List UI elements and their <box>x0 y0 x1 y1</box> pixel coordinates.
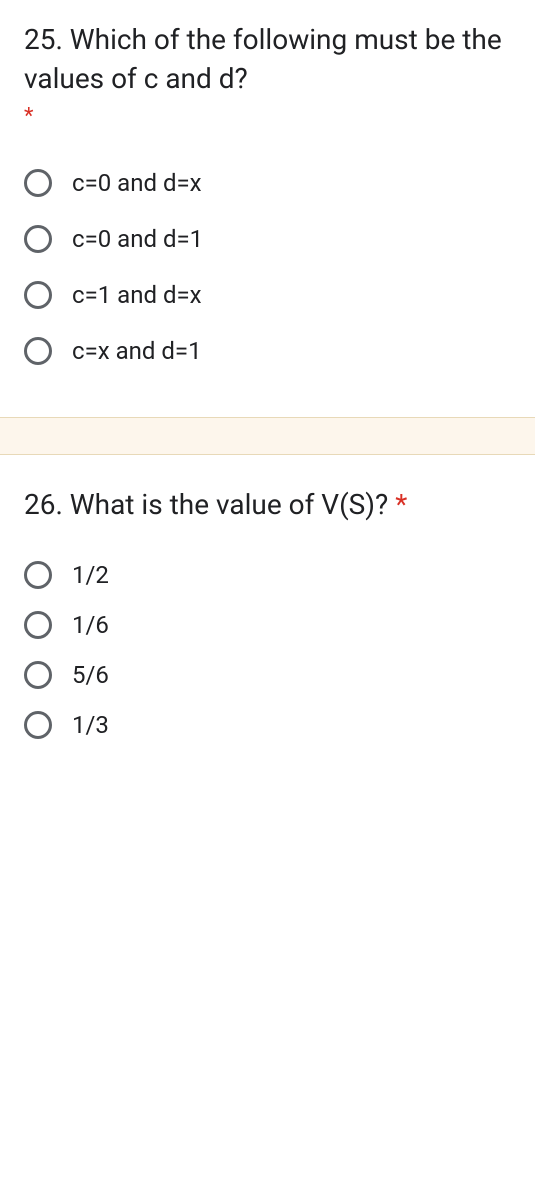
radio-icon[interactable] <box>24 225 52 253</box>
option-row[interactable]: c=x and d=1 <box>24 337 511 365</box>
question-26-options: 1/2 1/6 5/6 1/3 <box>24 561 511 739</box>
option-row[interactable]: 1/6 <box>24 611 511 639</box>
option-label: 1/6 <box>72 611 109 639</box>
radio-icon[interactable] <box>24 661 52 689</box>
radio-icon[interactable] <box>24 281 52 309</box>
required-indicator: * <box>24 104 33 129</box>
option-row[interactable]: c=0 and d=1 <box>24 225 511 253</box>
option-label: c=x and d=1 <box>72 337 202 365</box>
required-indicator: * <box>395 488 407 521</box>
option-row[interactable]: 5/6 <box>24 661 511 689</box>
option-row[interactable]: c=0 and d=x <box>24 169 511 197</box>
radio-icon[interactable] <box>24 711 52 739</box>
option-label: c=0 and d=1 <box>72 225 203 253</box>
radio-icon[interactable] <box>24 337 52 365</box>
question-26-title: 26. What is the value of V(S)? * <box>24 485 511 524</box>
radio-icon[interactable] <box>24 561 52 589</box>
radio-icon[interactable] <box>24 169 52 197</box>
option-row[interactable]: c=1 and d=x <box>24 281 511 309</box>
radio-icon[interactable] <box>24 611 52 639</box>
option-label: c=1 and d=x <box>72 281 202 309</box>
option-label: c=0 and d=x <box>72 169 202 197</box>
section-divider <box>0 417 535 455</box>
option-label: 1/2 <box>72 561 109 589</box>
question-26-title-text: 26. What is the value of V(S)? <box>24 488 395 521</box>
option-label: 5/6 <box>72 661 109 689</box>
question-26: 26. What is the value of V(S)? * 1/2 1/6… <box>0 455 535 780</box>
question-25-title: 25. Which of the following must be the v… <box>24 20 511 98</box>
question-25-options: c=0 and d=x c=0 and d=1 c=1 and d=x c=x … <box>24 169 511 365</box>
option-row[interactable]: 1/3 <box>24 711 511 739</box>
option-row[interactable]: 1/2 <box>24 561 511 589</box>
option-label: 1/3 <box>72 711 109 739</box>
question-25: 25. Which of the following must be the v… <box>0 0 535 417</box>
